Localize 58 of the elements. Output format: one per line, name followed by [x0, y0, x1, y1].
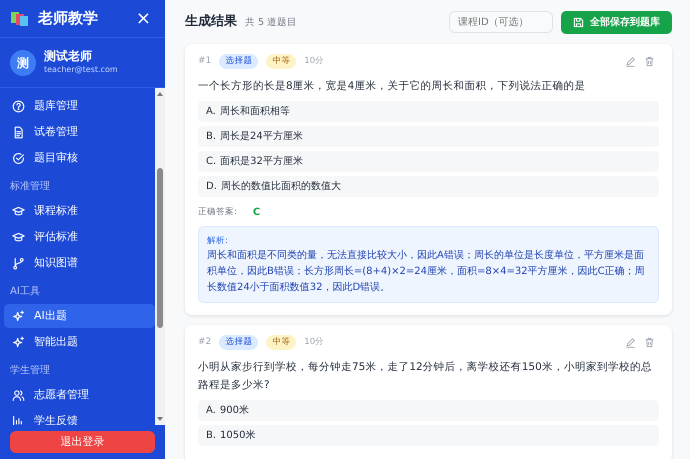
- type-tag: 选择题: [219, 334, 258, 350]
- answer-option[interactable]: B. 周长是24平方厘米: [198, 126, 659, 148]
- nav-item[interactable]: 智能出题: [4, 330, 155, 354]
- books-logo-icon: [10, 10, 30, 26]
- type-tag: 选择题: [219, 54, 258, 69]
- nav-item[interactable]: AI出题: [4, 304, 155, 328]
- page-title: 生成结果: [185, 13, 237, 32]
- difficulty-tag: 中等: [266, 334, 296, 350]
- answer-option[interactable]: C. 面积是32平方厘米: [198, 151, 659, 172]
- difficulty-tag: 中等: [266, 54, 296, 69]
- sparkle-icon: [12, 336, 25, 348]
- user-avatar: 测: [10, 50, 36, 76]
- answer-option[interactable]: B. 1050米: [198, 425, 659, 446]
- branch-icon: [12, 256, 25, 270]
- correct-answer: C: [252, 206, 260, 220]
- trash-icon[interactable]: [644, 336, 655, 348]
- question-text: 一个长方形的长是8厘米，宽是4厘米，关于它的周长和面积，下列说法正确的是: [198, 78, 586, 94]
- answer-label: 正确答案:: [198, 206, 237, 219]
- section-heading: AI工具: [9, 285, 41, 299]
- section-heading: 标准管理: [9, 180, 51, 194]
- user-name: 测试老师: [44, 49, 93, 64]
- explanation-text: 周长和面积是不同类的量，无法直接比较大小，因此A错误；周长的单位是长度单位，平方厘米是面积单位，因此B错误；长方形周长=(8+4)×2=24厘米，面积=8×4=32平方厘米，因此C正确；周长数值24小于面积数值32，因此D错误。: [207, 248, 646, 295]
- question-number: #2: [198, 336, 212, 348]
- graduation-cap-icon: [12, 230, 25, 244]
- nav-item[interactable]: 题库管理: [4, 94, 155, 118]
- nav-item[interactable]: 试卷管理: [4, 120, 155, 144]
- answer-option[interactable]: A. 周长和面积相等: [198, 101, 659, 122]
- question-circle-icon: [12, 100, 25, 112]
- pencil-icon[interactable]: [625, 336, 636, 348]
- app-title: 老师教学: [38, 8, 98, 30]
- section-heading: 学生管理: [9, 364, 51, 378]
- nav-item[interactable]: 题目审核: [4, 146, 155, 170]
- question-count: 共 5 道题目: [245, 16, 298, 30]
- check-circle-icon: [12, 152, 25, 164]
- nav-item[interactable]: 评估标准: [4, 225, 155, 249]
- pencil-icon[interactable]: [625, 56, 636, 67]
- question-text: 小明从家步行到学校，每分钟走75米，走了12分钟后，离学校还有150米，小明家到学校的总路程是多少米?: [198, 360, 653, 393]
- nav-item[interactable]: 课程标准: [4, 199, 155, 223]
- explanation-label: 解析:: [207, 235, 229, 248]
- graduation-cap-icon: [12, 204, 25, 218]
- nav-item[interactable]: 志愿者管理: [4, 383, 155, 407]
- bar-chart-icon: [12, 414, 25, 425]
- close-button[interactable]: ×: [132, 10, 155, 28]
- trash-icon[interactable]: [644, 56, 655, 67]
- users-icon: [12, 388, 25, 402]
- logout-button[interactable]: 退出登录: [10, 431, 155, 453]
- question-number: #1: [198, 54, 212, 68]
- scrollbar[interactable]: [155, 88, 165, 425]
- answer-option[interactable]: D. 周长的数值比面积的数值大: [198, 176, 659, 198]
- course-id-field[interactable]: 课程ID（可选）: [449, 11, 553, 33]
- sparkle-icon: [12, 310, 25, 322]
- answer-option[interactable]: A. 900米: [198, 400, 659, 422]
- score-label: 10分: [304, 55, 324, 68]
- user-email: teacher@test.com: [44, 64, 118, 76]
- save-icon: [573, 16, 584, 28]
- score-label: 10分: [304, 336, 324, 349]
- document-icon: [12, 126, 25, 138]
- nav-item[interactable]: 知识图谱: [4, 251, 155, 275]
